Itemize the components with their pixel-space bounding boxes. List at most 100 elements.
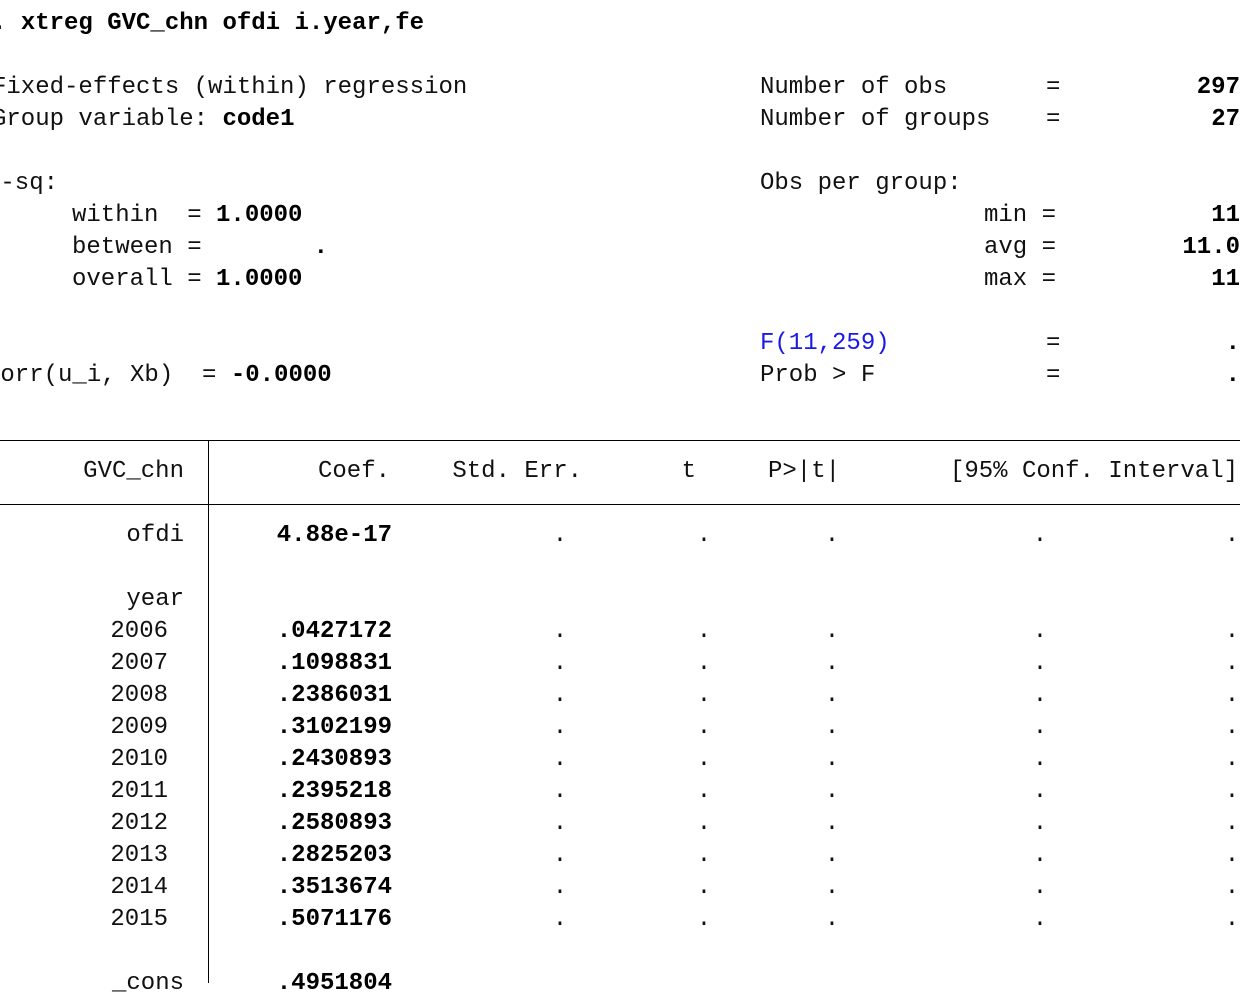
ftest-value: .	[1225, 330, 1240, 357]
command-prompt: .	[0, 10, 6, 37]
ci-low-value: .	[1032, 778, 1048, 805]
ci-low-value: .	[1032, 906, 1048, 933]
t-value: .	[696, 682, 712, 709]
obs-per-group-label: Obs per group:	[760, 170, 962, 197]
prob-label: Prob > F	[760, 362, 876, 389]
min-label: min =	[984, 202, 1057, 229]
row-label: 2013	[110, 842, 168, 869]
rsq-overall-value: 1.0000	[216, 266, 303, 293]
col-p-header: P>|t|	[767, 458, 840, 485]
ci-high-value: .	[1224, 618, 1240, 645]
ci-high-value: .	[1224, 778, 1240, 805]
stderr-value: .	[552, 650, 568, 677]
stderr-value: .	[552, 618, 568, 645]
col-coef-header: Coef.	[317, 458, 390, 485]
row-label: 2010	[110, 746, 168, 773]
nobs-value: 297	[1196, 74, 1240, 101]
ngroups-value: 27	[1211, 106, 1240, 133]
stderr-value: .	[552, 842, 568, 869]
coef-value: .2395218	[276, 778, 392, 805]
ci-high-value: .	[1224, 682, 1240, 709]
t-value: .	[696, 906, 712, 933]
model-title: Fixed-effects (within) regression	[0, 74, 468, 101]
group-variable-value: code1	[222, 106, 295, 133]
p-value: .	[824, 714, 840, 741]
col-stderr-header: Std. Err.	[452, 458, 582, 485]
p-value: .	[824, 842, 840, 869]
stderr-value: .	[552, 522, 568, 549]
stderr-value: .	[552, 810, 568, 837]
ci-low-value: .	[1032, 618, 1048, 645]
p-value: .	[824, 810, 840, 837]
table-header-rule	[0, 504, 1240, 505]
t-value: .	[696, 810, 712, 837]
command-text: xtreg GVC_chn ofdi i.year,fe	[20, 10, 425, 37]
ci-high-value: .	[1224, 810, 1240, 837]
coef-value: .5071176	[276, 906, 392, 933]
max-label: max =	[984, 266, 1057, 293]
t-value: .	[696, 842, 712, 869]
row-label: _cons	[111, 970, 184, 997]
table-top-rule	[0, 440, 1240, 441]
t-value: .	[696, 650, 712, 677]
rsq-label: R-sq:	[0, 170, 59, 197]
ngroups-label: Number of groups	[760, 106, 991, 133]
col-t-header: t	[681, 458, 696, 485]
coef-value: .2386031	[276, 682, 392, 709]
coef-value: .2430893	[276, 746, 392, 773]
p-value: .	[824, 618, 840, 645]
t-value: .	[696, 714, 712, 741]
nobs-eq: =	[1046, 74, 1061, 101]
p-value: .	[824, 522, 840, 549]
rsq-between-label: between =	[72, 234, 202, 261]
ci-high-value: .	[1224, 522, 1240, 549]
coef-value: 4.88e-17	[276, 522, 392, 549]
ci-low-value: .	[1032, 874, 1048, 901]
corr-row: corr(u_i, Xb) = -0.0000	[0, 360, 332, 392]
p-value: .	[824, 650, 840, 677]
ngroups-eq: =	[1046, 106, 1061, 133]
row-label: 2009	[110, 714, 168, 741]
ftest-link[interactable]: F(11,259)	[760, 328, 890, 360]
corr-label: corr(u_i, Xb) =	[0, 362, 217, 389]
stderr-value: .	[552, 714, 568, 741]
t-value: .	[696, 522, 712, 549]
row-label: 2015	[110, 906, 168, 933]
corr-value: -0.0000	[230, 362, 332, 389]
nobs-label: Number of obs	[760, 74, 948, 101]
stderr-value: .	[552, 746, 568, 773]
min-value: 11	[1211, 202, 1240, 229]
stderr-value: .	[552, 906, 568, 933]
row-label: ofdi	[126, 522, 184, 549]
ci-high-value: .	[1224, 842, 1240, 869]
coef-value: .4951804	[276, 970, 392, 997]
ci-low-value: .	[1032, 714, 1048, 741]
command-line: . xtreg GVC_chn ofdi i.year,fe	[0, 8, 424, 40]
rsq-between-value: .	[313, 234, 328, 261]
rsq-overall-label: overall =	[72, 266, 202, 293]
p-value: .	[824, 746, 840, 773]
ci-high-value: .	[1224, 714, 1240, 741]
coef-value: .1098831	[276, 650, 392, 677]
group-variable-label: Group variable:	[0, 106, 209, 133]
coef-value: .3513674	[276, 874, 392, 901]
depvar-header: GVC_chn	[83, 458, 184, 485]
rsq-overall-row: overall = 1.0000	[72, 264, 302, 296]
ci-low-value: .	[1032, 842, 1048, 869]
p-value: .	[824, 682, 840, 709]
avg-value: 11.0	[1182, 234, 1240, 261]
ci-high-value: .	[1224, 874, 1240, 901]
row-label: 2012	[110, 810, 168, 837]
p-value: .	[824, 874, 840, 901]
col-ci-header: [95% Conf. Interval]	[949, 458, 1238, 485]
row-label: 2007	[110, 650, 168, 677]
row-label: 2011	[110, 778, 168, 805]
coef-value: .0427172	[276, 618, 392, 645]
p-value: .	[824, 906, 840, 933]
row-label: 2006	[110, 618, 168, 645]
t-value: .	[696, 746, 712, 773]
p-value: .	[824, 778, 840, 805]
ci-high-value: .	[1224, 746, 1240, 773]
coef-value: .2580893	[276, 810, 392, 837]
t-value: .	[696, 778, 712, 805]
